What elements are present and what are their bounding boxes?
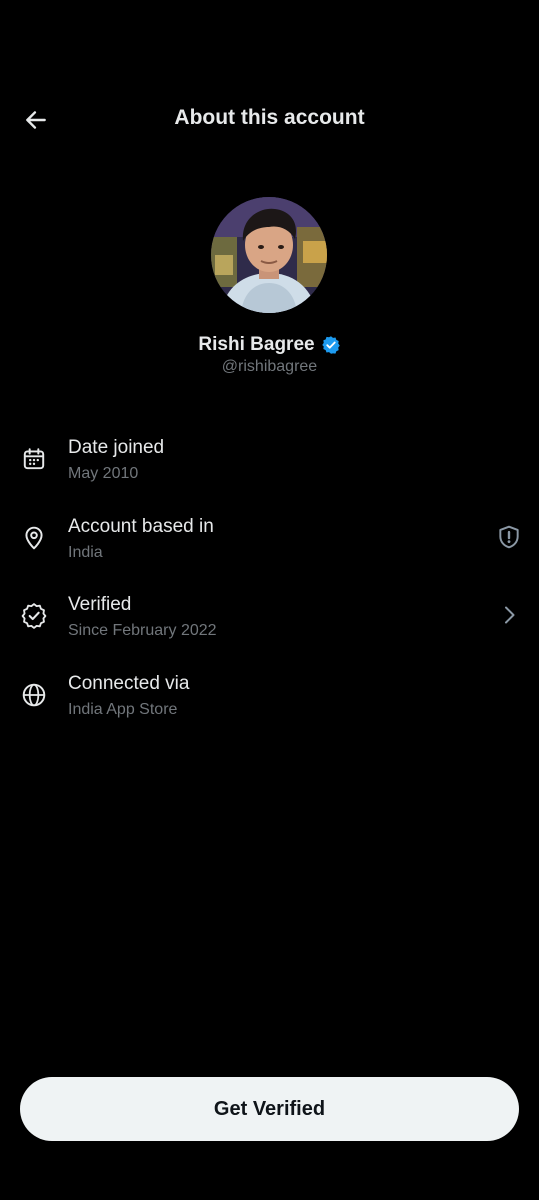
info-value: Since February 2022	[68, 622, 217, 639]
profile-handle: @rishibagree	[221, 358, 318, 375]
info-title: Date joined	[68, 437, 165, 458]
globe-icon	[20, 681, 48, 709]
info-title: Verified	[68, 594, 132, 615]
info-row-connected-via: Connected via India App Store	[0, 654, 539, 733]
info-value: May 2010	[68, 465, 139, 482]
info-value: India App Store	[68, 700, 178, 718]
info-row-date-joined: Date joined May 2010	[0, 418, 539, 497]
profile-photo	[211, 197, 327, 313]
location-pin-icon	[20, 524, 48, 552]
get-verified-button[interactable]: Get Verified	[20, 1077, 519, 1141]
profile-name: Rishi Bagree	[198, 334, 315, 355]
account-info-list: Date joined May 2010 Account based in In…	[0, 418, 539, 732]
info-title: Account based in	[68, 515, 214, 537]
page-title: About this account	[174, 106, 365, 129]
verified-badge-icon	[321, 336, 340, 354]
verified-check-icon	[20, 602, 48, 630]
info-row-verified[interactable]: Verified Since February 2022	[0, 575, 539, 654]
info-value: India	[68, 543, 103, 561]
info-title: Connected via	[68, 672, 190, 694]
shield-alert-icon[interactable]	[495, 523, 523, 551]
calendar-icon	[20, 445, 48, 473]
chevron-right-icon[interactable]	[495, 601, 523, 629]
about-account-screen: About this account Rishi Bagree @rishiba…	[0, 0, 539, 1200]
avatar[interactable]	[211, 197, 327, 313]
top-bar: About this account	[0, 92, 539, 148]
info-row-account-based-in: Account based in India	[0, 497, 539, 576]
profile-name-row: Rishi Bagree	[0, 334, 539, 356]
